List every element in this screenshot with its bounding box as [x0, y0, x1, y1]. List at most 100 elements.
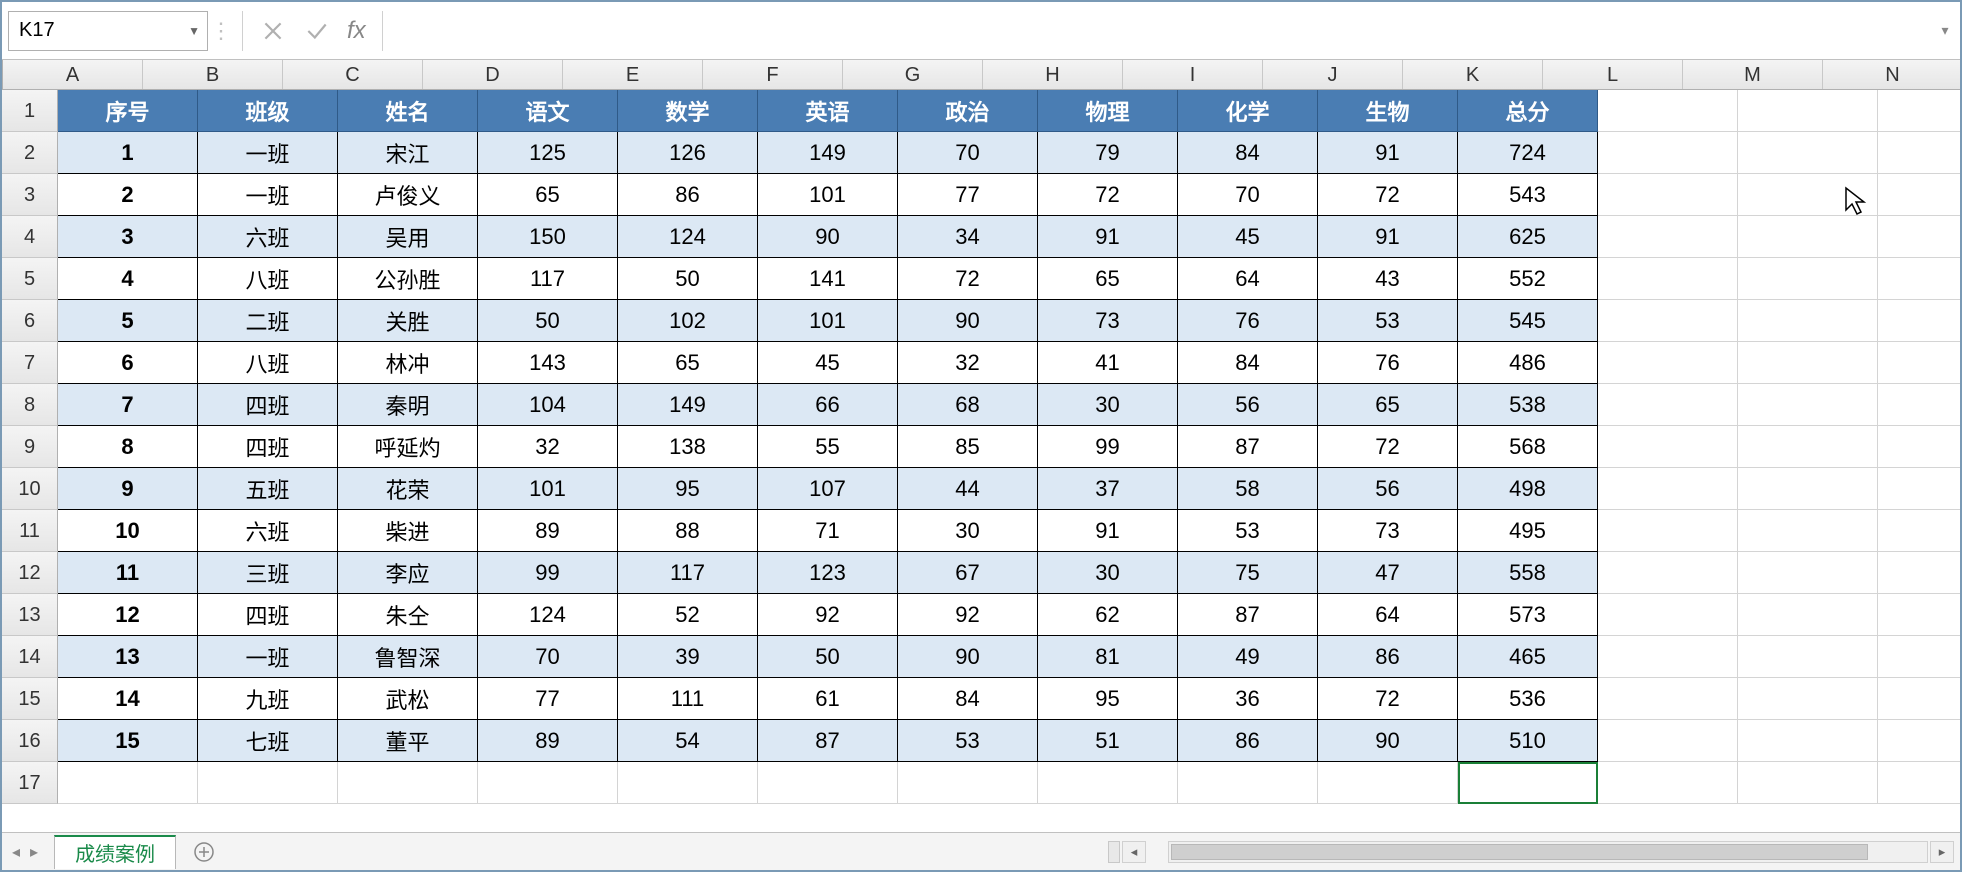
cell-F13[interactable]: 92 — [758, 594, 898, 636]
cell-C16[interactable]: 董平 — [338, 720, 478, 762]
cell-F10[interactable]: 107 — [758, 468, 898, 510]
cell-C13[interactable]: 朱仝 — [338, 594, 478, 636]
cell-I7[interactable]: 84 — [1178, 342, 1318, 384]
row-header-13[interactable]: 13 — [2, 594, 58, 636]
row-header-17[interactable]: 17 — [2, 762, 58, 804]
cell-J6[interactable]: 53 — [1318, 300, 1458, 342]
cell-D4[interactable]: 150 — [478, 216, 618, 258]
cell-M17[interactable] — [1738, 762, 1878, 804]
cell-G7[interactable]: 32 — [898, 342, 1038, 384]
cell-N2[interactable] — [1878, 132, 1960, 174]
cell-F4[interactable]: 90 — [758, 216, 898, 258]
cell-M12[interactable] — [1738, 552, 1878, 594]
cell-D5[interactable]: 117 — [478, 258, 618, 300]
cell-C11[interactable]: 柴进 — [338, 510, 478, 552]
cell-K3[interactable]: 543 — [1458, 174, 1598, 216]
cell-F1[interactable]: 英语 — [758, 90, 898, 132]
cell-J11[interactable]: 73 — [1318, 510, 1458, 552]
cell-G8[interactable]: 68 — [898, 384, 1038, 426]
cell-C12[interactable]: 李应 — [338, 552, 478, 594]
cell-H4[interactable]: 91 — [1038, 216, 1178, 258]
column-header-H[interactable]: H — [983, 60, 1123, 89]
cell-N8[interactable] — [1878, 384, 1960, 426]
add-sheet-button[interactable] — [186, 835, 222, 869]
cell-A16[interactable]: 15 — [58, 720, 198, 762]
cell-J2[interactable]: 91 — [1318, 132, 1458, 174]
cell-H16[interactable]: 51 — [1038, 720, 1178, 762]
cell-G15[interactable]: 84 — [898, 678, 1038, 720]
cell-I9[interactable]: 87 — [1178, 426, 1318, 468]
cell-N14[interactable] — [1878, 636, 1960, 678]
cell-G4[interactable]: 34 — [898, 216, 1038, 258]
cell-M5[interactable] — [1738, 258, 1878, 300]
cell-C1[interactable]: 姓名 — [338, 90, 478, 132]
cell-L4[interactable] — [1598, 216, 1738, 258]
row-header-15[interactable]: 15 — [2, 678, 58, 720]
cell-G6[interactable]: 90 — [898, 300, 1038, 342]
cell-K5[interactable]: 552 — [1458, 258, 1598, 300]
cell-I12[interactable]: 75 — [1178, 552, 1318, 594]
cancel-button[interactable] — [251, 11, 295, 51]
cell-B7[interactable]: 八班 — [198, 342, 338, 384]
cell-E5[interactable]: 50 — [618, 258, 758, 300]
cell-C6[interactable]: 关胜 — [338, 300, 478, 342]
column-header-J[interactable]: J — [1263, 60, 1403, 89]
cell-H12[interactable]: 30 — [1038, 552, 1178, 594]
cell-F2[interactable]: 149 — [758, 132, 898, 174]
cell-E6[interactable]: 102 — [618, 300, 758, 342]
cell-B12[interactable]: 三班 — [198, 552, 338, 594]
cell-I13[interactable]: 87 — [1178, 594, 1318, 636]
hscroll-track[interactable] — [1168, 841, 1928, 863]
column-header-B[interactable]: B — [143, 60, 283, 89]
cell-J7[interactable]: 76 — [1318, 342, 1458, 384]
tab-splitter[interactable] — [1108, 841, 1120, 863]
cell-C15[interactable]: 武松 — [338, 678, 478, 720]
cell-A11[interactable]: 10 — [58, 510, 198, 552]
cell-F12[interactable]: 123 — [758, 552, 898, 594]
cell-C2[interactable]: 宋江 — [338, 132, 478, 174]
cell-M13[interactable] — [1738, 594, 1878, 636]
cell-G13[interactable]: 92 — [898, 594, 1038, 636]
cell-C17[interactable] — [338, 762, 478, 804]
cell-N13[interactable] — [1878, 594, 1960, 636]
cell-B9[interactable]: 四班 — [198, 426, 338, 468]
cell-G11[interactable]: 30 — [898, 510, 1038, 552]
cell-D17[interactable] — [478, 762, 618, 804]
cell-L16[interactable] — [1598, 720, 1738, 762]
cell-I5[interactable]: 64 — [1178, 258, 1318, 300]
cell-L3[interactable] — [1598, 174, 1738, 216]
cell-G12[interactable]: 67 — [898, 552, 1038, 594]
row-header-5[interactable]: 5 — [2, 258, 58, 300]
cell-J17[interactable] — [1318, 762, 1458, 804]
cell-L1[interactable] — [1598, 90, 1738, 132]
cell-J10[interactable]: 56 — [1318, 468, 1458, 510]
enter-button[interactable] — [295, 11, 339, 51]
select-all-corner[interactable] — [2, 60, 3, 89]
expand-formula-bar-icon[interactable]: ▾ — [1930, 22, 1960, 39]
column-header-L[interactable]: L — [1543, 60, 1683, 89]
cell-I2[interactable]: 84 — [1178, 132, 1318, 174]
row-header-11[interactable]: 11 — [2, 510, 58, 552]
cell-F11[interactable]: 71 — [758, 510, 898, 552]
next-sheet-icon[interactable]: ▸ — [30, 842, 38, 862]
cell-C3[interactable]: 卢俊义 — [338, 174, 478, 216]
row-header-3[interactable]: 3 — [2, 174, 58, 216]
cell-G9[interactable]: 85 — [898, 426, 1038, 468]
cell-F5[interactable]: 141 — [758, 258, 898, 300]
cell-D8[interactable]: 104 — [478, 384, 618, 426]
column-header-F[interactable]: F — [703, 60, 843, 89]
cell-A5[interactable]: 4 — [58, 258, 198, 300]
cell-N9[interactable] — [1878, 426, 1960, 468]
cell-G16[interactable]: 53 — [898, 720, 1038, 762]
cell-L13[interactable] — [1598, 594, 1738, 636]
cell-A13[interactable]: 12 — [58, 594, 198, 636]
cell-N12[interactable] — [1878, 552, 1960, 594]
cell-E4[interactable]: 124 — [618, 216, 758, 258]
cell-E11[interactable]: 88 — [618, 510, 758, 552]
cell-B15[interactable]: 九班 — [198, 678, 338, 720]
cell-L2[interactable] — [1598, 132, 1738, 174]
cell-F9[interactable]: 55 — [758, 426, 898, 468]
cell-M7[interactable] — [1738, 342, 1878, 384]
cell-K10[interactable]: 498 — [1458, 468, 1598, 510]
cell-A4[interactable]: 3 — [58, 216, 198, 258]
